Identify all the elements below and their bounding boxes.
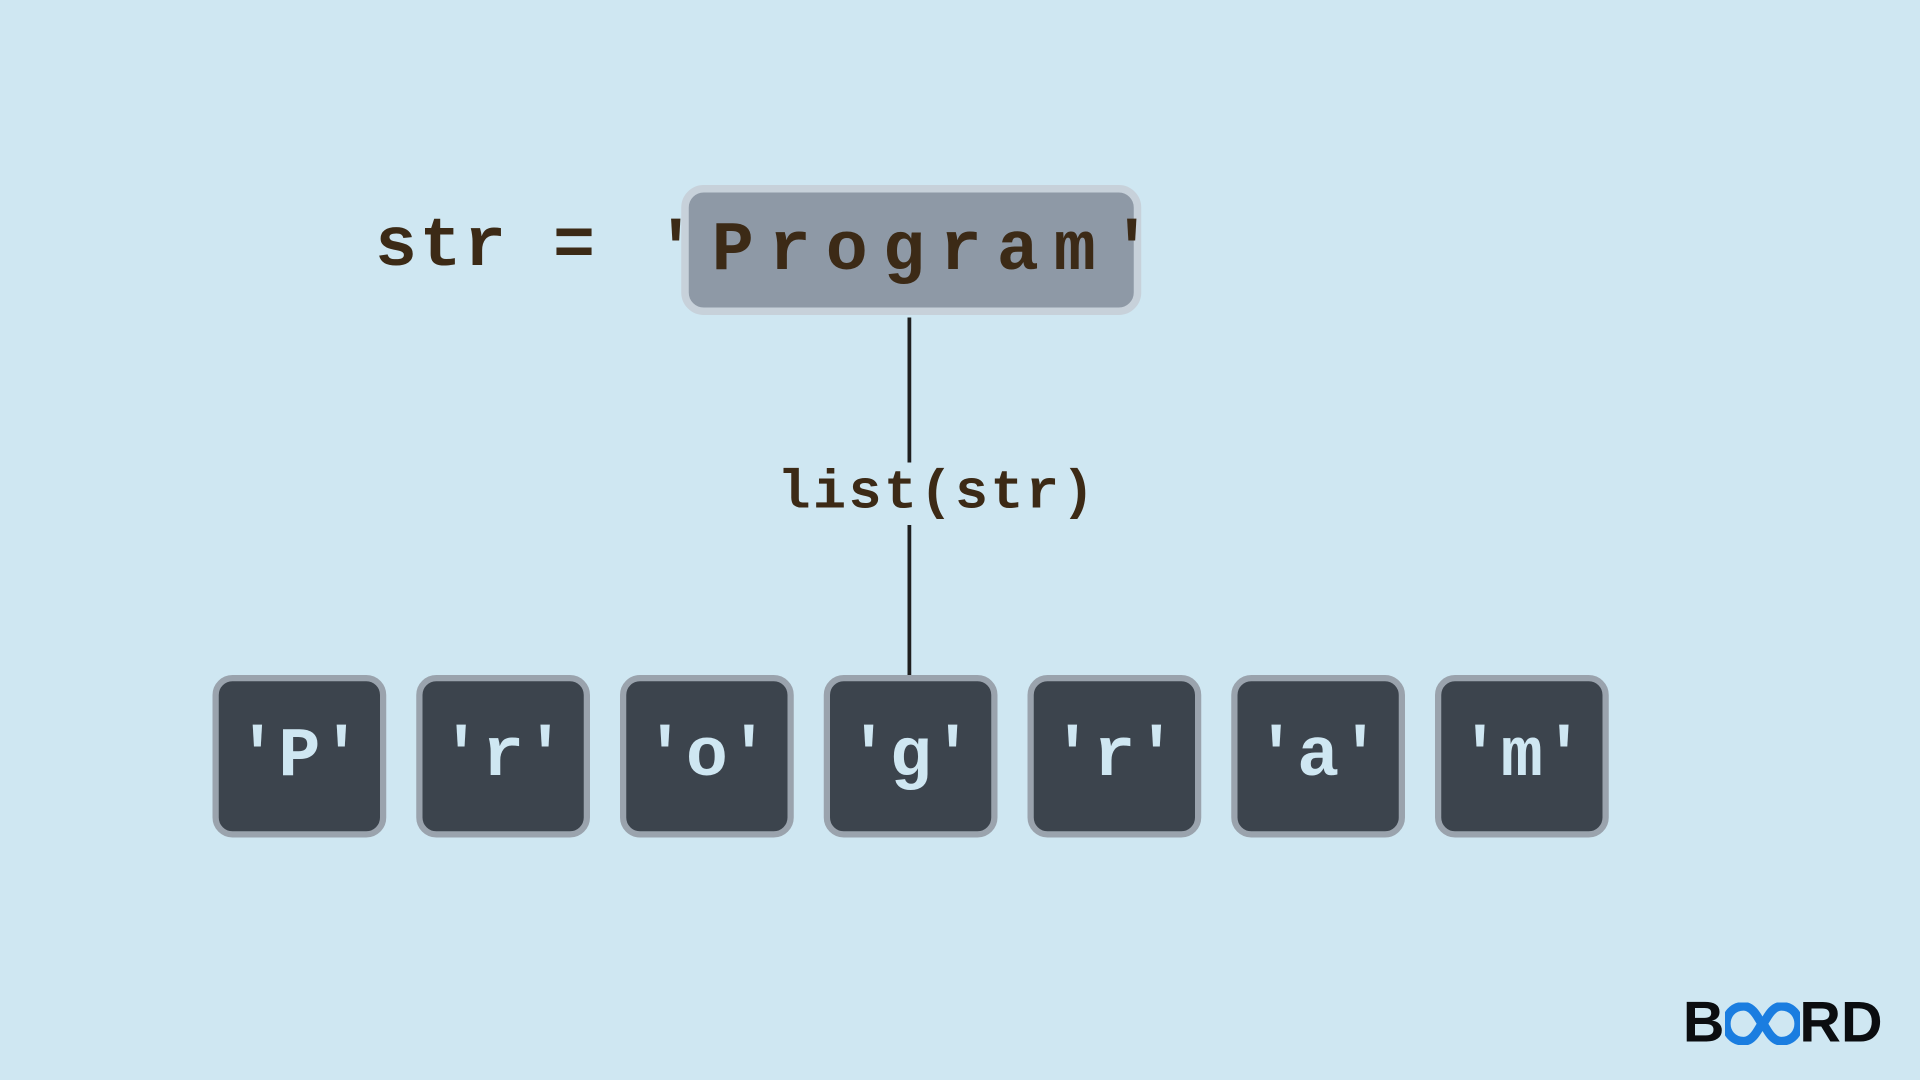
char-cell: 'r' [416, 675, 590, 838]
char-cell: 'm' [1435, 675, 1609, 838]
char-cell: 'g' [824, 675, 998, 838]
brand-logo: B RD [1683, 988, 1883, 1056]
char-cell: 'a' [1231, 675, 1405, 838]
char-list-row: 'P' 'r' 'o' 'g' 'r' 'a' 'm' [213, 675, 1609, 838]
logo-lead: B [1683, 988, 1725, 1056]
char-cell: 'r' [1028, 675, 1202, 838]
logo-tail: RD [1799, 988, 1882, 1056]
list-operation-label: list(str) [755, 463, 1120, 526]
infinity-icon [1724, 1003, 1799, 1046]
str-assignment-label: str = [375, 206, 598, 286]
char-cell: 'o' [620, 675, 794, 838]
string-box: 'Program' [681, 185, 1141, 315]
char-cell: 'P' [213, 675, 387, 838]
string-value: 'Program' [655, 210, 1168, 290]
